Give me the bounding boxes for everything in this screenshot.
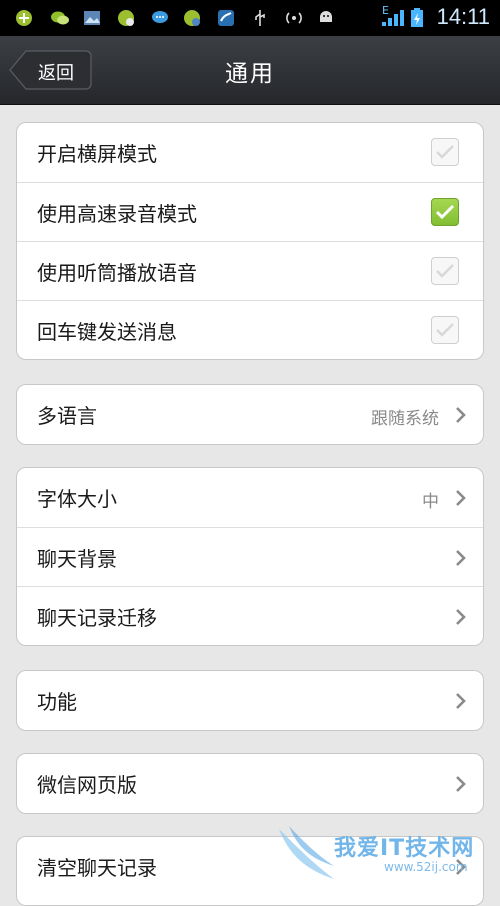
game-icon: [184, 10, 200, 26]
row-label: 使用高速录音模式: [37, 202, 197, 226]
clock: 14:11: [436, 4, 490, 29]
hotspot-icon: [286, 12, 302, 24]
row-label: 清空聊天记录: [37, 856, 157, 880]
page-title: 通用: [225, 61, 275, 87]
chevron-right-icon: [456, 407, 466, 423]
enter-to-send-checkbox[interactable]: [431, 316, 459, 344]
row-label: 聊天记录迁移: [37, 606, 157, 630]
app-icon: [16, 10, 32, 26]
watermark: 我爱IT技术网 www.52ij.com: [274, 824, 494, 884]
toggle-row-high-speed-recording[interactable]: 使用高速录音模式: [17, 182, 483, 241]
signal-icon: [382, 10, 404, 26]
features-row[interactable]: 功能: [17, 671, 483, 730]
row-label: 字体大小: [37, 487, 117, 511]
web-version-group: 微信网页版: [16, 753, 484, 814]
check-icon: [436, 145, 454, 159]
high-speed-recording-checkbox[interactable]: [431, 198, 459, 226]
chevron-right-icon: [456, 776, 466, 792]
row-label: 聊天背景: [37, 547, 117, 571]
font-size-row[interactable]: 字体大小 中: [17, 468, 483, 527]
language-group: 多语言 跟随系统: [16, 384, 484, 445]
row-label: 功能: [37, 690, 77, 714]
web-version-row[interactable]: 微信网页版: [17, 754, 483, 813]
check-icon: [436, 264, 454, 278]
usb-icon: [255, 10, 265, 26]
status-bar: E 14:11: [0, 0, 500, 36]
app-icon: [218, 10, 234, 26]
toggle-row-landscape-mode[interactable]: 开启横屏模式: [17, 123, 483, 182]
language-value: 跟随系统: [371, 409, 439, 429]
features-group: 功能: [16, 670, 484, 731]
row-label: 使用听筒播放语音: [37, 261, 197, 285]
battery-icon: [411, 8, 423, 27]
title-bar: 返回 通用: [0, 36, 500, 105]
chat-icon: [51, 11, 69, 25]
toggle-row-enter-to-send[interactable]: 回车键发送消息: [17, 300, 483, 359]
watermark-url: www.52ij.com: [384, 860, 468, 874]
check-icon: [436, 323, 454, 337]
check-icon: [435, 204, 455, 220]
row-label: 多语言: [37, 404, 97, 428]
chevron-right-icon: [456, 609, 466, 625]
row-label: 微信网页版: [37, 773, 137, 797]
gallery-icon: [84, 11, 100, 25]
android-icon: [320, 11, 332, 22]
message-icon: [152, 11, 168, 23]
toggle-row-earpiece-playback[interactable]: 使用听筒播放语音: [17, 241, 483, 300]
row-label: 回车键发送消息: [37, 320, 177, 344]
watermark-text: 我爱IT技术网: [334, 836, 475, 861]
language-row[interactable]: 多语言 跟随系统: [17, 385, 483, 444]
chat-history-migration-row[interactable]: 聊天记录迁移: [17, 586, 483, 645]
chevron-right-icon: [456, 693, 466, 709]
chevron-right-icon: [456, 550, 466, 566]
game-icon: [118, 10, 134, 26]
font-size-value: 中: [422, 492, 439, 512]
toggle-settings-group: 开启横屏模式 使用高速录音模式 使用听筒播放语音 回车键发送消息: [16, 122, 484, 360]
chat-background-row[interactable]: 聊天背景: [17, 527, 483, 586]
row-label: 开启横屏模式: [37, 142, 157, 166]
earpiece-playback-checkbox[interactable]: [431, 257, 459, 285]
landscape-mode-checkbox[interactable]: [431, 138, 459, 166]
chevron-right-icon: [456, 490, 466, 506]
display-settings-group: 字体大小 中 聊天背景 聊天记录迁移: [16, 467, 484, 646]
